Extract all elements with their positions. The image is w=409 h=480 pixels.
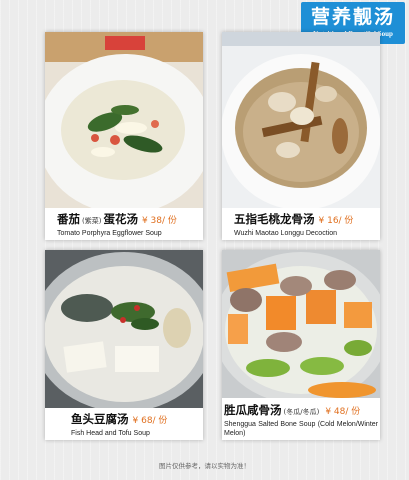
dish-caption: 番茄 (紫菜) 蛋花汤 ¥ 38/ 份 Tomato Porphyra Eggflow… xyxy=(45,211,203,238)
dish-price: ¥ 68/ 份 xyxy=(132,416,168,426)
dish-english-name: Fish Head and Tofu Soup xyxy=(71,430,150,437)
dish-english-name: Shenggua Salted Bone Soup (Cold Melon/Wi… xyxy=(224,421,378,437)
dish-name: 五指毛桃龙骨汤 xyxy=(234,212,315,226)
dish-name-suffix: 蛋花汤 xyxy=(103,212,138,226)
dish-english-name: Wuzhi Maotao Longgu Decoction xyxy=(234,230,337,237)
dish-price: ¥ 48/ 份 xyxy=(325,407,361,417)
section-title-zh: 营养靓汤 xyxy=(310,6,395,28)
dish-name: 鱼头豆腐汤 xyxy=(71,412,129,426)
dish-card-wuzhi-maotao-soup[interactable]: 五指毛桃龙骨汤 ¥ 16/ 份 Wuzhi Maotao Longgu Decoc… xyxy=(222,32,380,240)
dish-photo-shenggua-salted-bone-soup xyxy=(222,250,380,398)
dish-price: ¥ 16/ 份 xyxy=(318,216,354,226)
dish-english-name: Tomato Porphyra Eggflower Soup xyxy=(57,230,162,237)
dish-price: ¥ 38/ 份 xyxy=(141,216,177,226)
dish-photo-wuzhi-maotao-soup xyxy=(222,32,380,208)
dish-name: 番茄 xyxy=(57,212,80,226)
dish-caption: 五指毛桃龙骨汤 ¥ 16/ 份 Wuzhi Maotao Longgu Decoc… xyxy=(222,211,380,238)
disclaimer-note: 图片仅供参考，请以实物为准！ xyxy=(159,462,250,470)
dish-card-fish-head-tofu-soup[interactable]: 鱼头豆腐汤 ¥ 68/ 份 Fish Head and Tofu Soup xyxy=(45,250,203,440)
dish-caption: 鱼头豆腐汤 ¥ 68/ 份 Fish Head and Tofu Soup xyxy=(45,411,203,438)
dish-photo-fish-head-tofu-soup xyxy=(45,250,203,408)
dish-card-tomato-egg-soup[interactable]: 番茄 (紫菜) 蛋花汤 ¥ 38/ 份 Tomato Porphyra Eggflow… xyxy=(45,32,203,240)
dish-card-shenggua-salted-bone-soup[interactable]: 胜瓜咸骨汤 (冬瓜/冬瓜) ¥ 48/ 份 Shenggua Salted Bone… xyxy=(222,250,380,440)
dish-photo-tomato-egg-soup xyxy=(45,32,203,208)
dish-name-note: (冬瓜/冬瓜) xyxy=(283,408,320,416)
dish-name: 胜瓜咸骨汤 xyxy=(224,403,282,417)
dish-caption: 胜瓜咸骨汤 (冬瓜/冬瓜) ¥ 48/ 份 Shenggua Salted Bone… xyxy=(222,402,380,438)
dish-name-note: (紫菜) xyxy=(82,217,102,225)
